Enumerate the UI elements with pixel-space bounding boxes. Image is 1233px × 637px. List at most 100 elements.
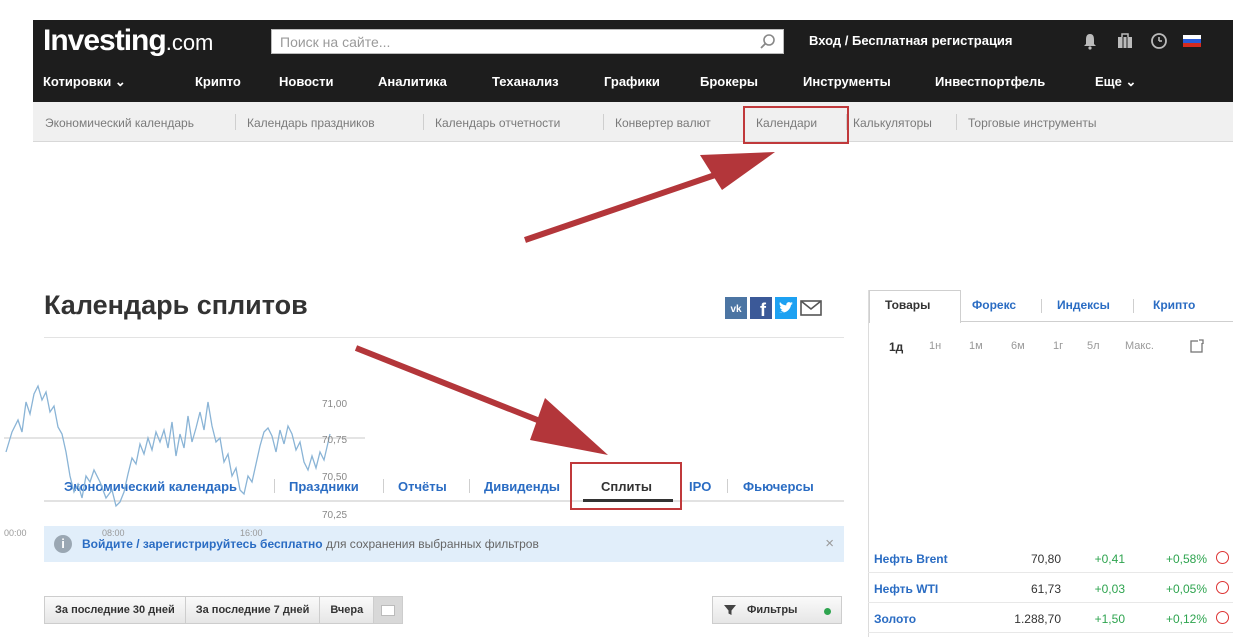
x-tick-16-00: 16:00	[240, 528, 263, 538]
x-tick-00-00: 00:00	[4, 528, 27, 538]
subnav-trading-tools[interactable]: Торговые инструменты	[968, 116, 1096, 130]
nav-analytics[interactable]: Аналитика	[378, 74, 447, 89]
sub-nav: Экономический календарь Календарь праздн…	[33, 102, 1233, 142]
search-icon[interactable]	[759, 33, 777, 51]
filter-icon	[724, 605, 736, 615]
quote-change: +0,41	[1094, 552, 1125, 566]
subnav-divider	[603, 114, 604, 130]
nav-brokers[interactable]: Брокеры	[700, 74, 758, 89]
calendar-picker-button[interactable]	[373, 596, 404, 624]
subnav-divider	[956, 114, 957, 130]
arrow-head-splits	[530, 398, 608, 455]
period-6m[interactable]: 6м	[1011, 340, 1025, 352]
quotes-table: Нефть Brent 70,80 +0,41 +0,58% Нефть WTI…	[868, 543, 1233, 633]
commodity-price-chart: 71,00 70,75 70,50 70,25 00:00 08:00 16:0…	[4, 384, 365, 538]
subnav-currency-converter[interactable]: Конвертер валют	[615, 116, 711, 130]
tab-divider	[727, 479, 728, 493]
table-row[interactable]: Нефть WTI 61,73 +0,03 +0,05%	[868, 573, 1233, 603]
y-tick-70-50: 70,50	[322, 472, 347, 483]
period-1d[interactable]: 1д	[889, 340, 903, 354]
yesterday-button[interactable]: Вчера	[319, 596, 375, 624]
quote-name[interactable]: Нефть WTI	[874, 582, 938, 596]
nav-news[interactable]: Новости	[279, 74, 334, 89]
email-icon[interactable]	[800, 297, 822, 319]
login-register-link[interactable]: Вход / Бесплатная регистрация	[809, 33, 1013, 48]
search-box	[271, 29, 784, 54]
close-icon[interactable]: ×	[825, 535, 834, 552]
subnav-calculators[interactable]: Калькуляторы	[853, 116, 932, 130]
period-5y[interactable]: 5л	[1087, 340, 1100, 352]
tab-divider	[383, 479, 384, 493]
widget-tab-divider	[1041, 299, 1042, 313]
quote-value: 1.288,70	[1014, 612, 1061, 626]
last-30-days-button[interactable]: За последние 30 дней	[44, 596, 186, 624]
widget-tab-indices[interactable]: Индексы	[1057, 298, 1110, 312]
arrow-to-splits	[354, 345, 552, 428]
top-header: Investing.com Вход / Бесплатная регистра…	[33, 20, 1233, 62]
x-tick-08-00: 08:00	[102, 528, 125, 538]
tab-ipo[interactable]: IPO	[689, 479, 711, 494]
y-tick-71-00: 71,00	[322, 399, 347, 410]
page-root: Investing.com Вход / Бесплатная регистра…	[0, 0, 1233, 637]
briefcase-icon[interactable]	[1115, 31, 1135, 51]
nav-tech-analysis[interactable]: Теханализ	[492, 74, 559, 89]
logo-suffix-text: .com	[165, 30, 214, 55]
tab-reports[interactable]: Отчёты	[398, 479, 447, 494]
tab-dividends[interactable]: Дивиденды	[484, 479, 560, 494]
nav-portfolio[interactable]: Инвестпортфель	[935, 74, 1045, 89]
svg-text:f: f	[760, 300, 767, 319]
table-row[interactable]: Нефть Brent 70,80 +0,41 +0,58%	[868, 543, 1233, 573]
subnav-divider	[235, 114, 236, 130]
last-7-days-button[interactable]: За последние 7 дней	[184, 596, 321, 624]
arrow-to-calendars	[524, 171, 719, 243]
table-row[interactable]: Золото 1.288,70 +1,50 +0,12%	[868, 603, 1233, 633]
title-divider	[44, 337, 844, 338]
period-1w[interactable]: 1н	[929, 340, 941, 352]
subnav-economic-calendar[interactable]: Экономический календарь	[45, 116, 194, 130]
facebook-icon[interactable]: f	[750, 297, 772, 319]
quote-name[interactable]: Золото	[874, 612, 916, 626]
tab-divider	[469, 479, 470, 493]
nav-more[interactable]: Еще ⌄	[1095, 74, 1136, 90]
period-button-group: За последние 30 дней За последние 7 дней…	[44, 596, 404, 624]
filters-active-dot	[824, 608, 831, 615]
period-1m[interactable]: 1м	[969, 340, 983, 352]
quote-change-percent: +0,12%	[1165, 612, 1207, 626]
clock-icon[interactable]	[1149, 31, 1169, 51]
page-title: Календарь сплитов	[44, 290, 308, 320]
widget-tab-goods[interactable]: Товары	[885, 298, 930, 312]
period-1y[interactable]: 1г	[1053, 340, 1063, 352]
quote-value: 70,80	[1030, 552, 1061, 566]
nav-crypto[interactable]: Крипто	[195, 74, 241, 89]
quote-change-percent: +0,05%	[1165, 582, 1207, 596]
period-max[interactable]: Макс.	[1125, 340, 1154, 352]
russian-flag-icon[interactable]	[1183, 31, 1201, 51]
expand-chart-icon[interactable]	[1189, 338, 1205, 354]
bell-icon[interactable]	[1080, 31, 1100, 51]
quote-change-percent: +0,58%	[1165, 552, 1207, 566]
filters-button[interactable]: Фильтры	[712, 596, 842, 624]
y-tick-70-75: 70,75	[322, 435, 347, 446]
tab-futures[interactable]: Фьючерсы	[743, 479, 814, 494]
widget-tab-divider	[1133, 299, 1134, 313]
nav-tools[interactable]: Инструменты	[803, 74, 891, 89]
widget-tab-forex[interactable]: Форекс	[972, 298, 1016, 312]
nav-quotes[interactable]: Котировки ⌄	[43, 74, 126, 90]
subnav-earnings-calendar[interactable]: Календарь отчетности	[435, 116, 560, 130]
twitter-icon[interactable]	[775, 297, 797, 319]
filters-label: Фильтры	[747, 604, 798, 616]
arrow-head-calendars	[700, 152, 775, 190]
subnav-holidays-calendar[interactable]: Календарь праздников	[247, 116, 375, 130]
clock-status-icon	[1216, 551, 1229, 564]
search-input[interactable]	[272, 30, 752, 53]
site-logo[interactable]: Investing.com	[43, 24, 213, 58]
y-tick-70-25: 70,25	[322, 510, 347, 521]
svg-text:vk: vk	[730, 304, 742, 315]
widget-tab-crypto[interactable]: Крипто	[1153, 298, 1195, 312]
quote-name[interactable]: Нефть Brent	[874, 552, 948, 566]
nav-charts[interactable]: Графики	[604, 74, 660, 89]
quote-change: +1,50	[1094, 612, 1125, 626]
vk-icon[interactable]: vk	[725, 297, 747, 319]
logo-main-text: Investing	[43, 24, 167, 57]
quote-value: 61,73	[1030, 582, 1061, 596]
